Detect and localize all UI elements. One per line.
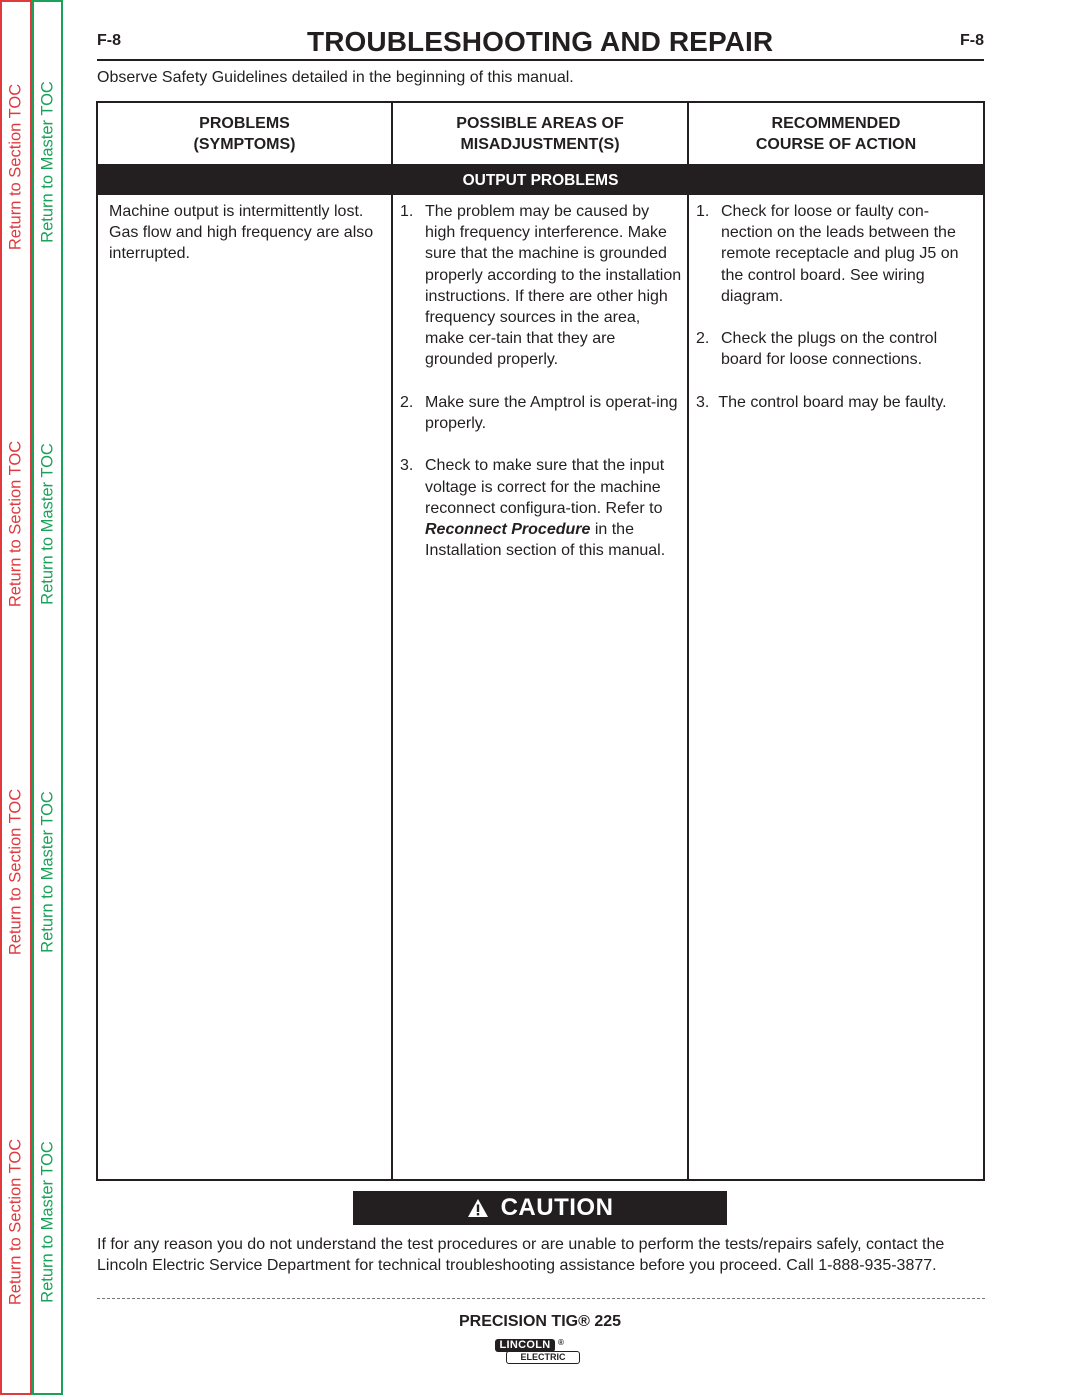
item-number: 3. <box>400 457 414 475</box>
misadjustments-cell: 1. The problem may be caused by high fre… <box>400 201 682 583</box>
return-to-master-toc-link[interactable]: Return to Master TOC <box>38 81 57 243</box>
symptom-text: Machine output is intermittently lost. G… <box>109 203 374 263</box>
page-number-right: F-8 <box>960 32 984 49</box>
item-text: Check for loose or faulty con-nection on… <box>721 203 959 305</box>
item-number: 2. <box>696 330 710 348</box>
logo-electric: ELECTRIC <box>506 1351 580 1364</box>
return-to-section-toc-link[interactable]: Return to Section TOC <box>7 441 26 607</box>
caution-text: If for any reason you do not understand … <box>97 1236 945 1275</box>
item-text: The control board may be faulty. <box>718 393 947 411</box>
column-header-line: MISADJUSTMENT(S) <box>460 136 620 153</box>
product-name-text: PRECISION TIG® 225 <box>458 1313 622 1330</box>
return-to-master-toc-link[interactable]: Return to Master TOC <box>38 791 57 953</box>
list-item: 1. Check for loose or faulty con-nection… <box>696 201 980 307</box>
item-number: 1. <box>696 203 710 220</box>
actions-cell: 1. Check for loose or faulty con-nection… <box>696 201 980 434</box>
return-to-section-toc-link[interactable]: Return to Section TOC <box>7 789 26 955</box>
column-header-line: RECOMMENDED <box>771 115 901 132</box>
troubleshooting-table: PROBLEMS (SYMPTOMS) POSSIBLE AREAS OF MI… <box>96 101 985 1181</box>
list-item: 2. Check the plugs on the control board … <box>696 328 980 370</box>
item-text: Check the plugs on the control board for… <box>721 330 938 369</box>
item-number: 2. <box>400 393 414 411</box>
caution-banner: CAUTION <box>353 1191 727 1225</box>
column-divider <box>687 103 689 1179</box>
return-to-master-toc-link[interactable]: Return to Master TOC <box>38 1141 57 1303</box>
section-toc-bar: Return to Section TOC Return to Section … <box>0 0 32 1395</box>
column-header-line: PROBLEMS <box>199 115 290 132</box>
return-to-section-toc-link[interactable]: Return to Section TOC <box>7 84 26 250</box>
column-divider <box>391 103 393 1179</box>
list-item: 2. Make sure the Amptrol is operat-ing p… <box>400 392 682 434</box>
safety-note: Observe Safety Guidelines detailed in th… <box>97 69 574 86</box>
page-title: TROUBLESHOOTING AND REPAIR <box>307 26 774 57</box>
logo-registered-mark: ® <box>558 1338 564 1347</box>
list-item: 3. The control board may be faulty. <box>696 392 980 413</box>
reconnect-procedure-reference: Reconnect Procedure <box>425 521 591 539</box>
header-rule <box>97 59 984 61</box>
lincoln-electric-logo: LINCOLN ® ELECTRIC <box>495 1338 585 1366</box>
warning-triangle-icon <box>467 1199 488 1217</box>
item-text: The problem may be caused by high freque… <box>425 203 682 369</box>
section-band-output-problems: OUTPUT PROBLEMS <box>98 164 983 195</box>
page-number-left: F-8 <box>97 32 121 49</box>
return-to-master-toc-link[interactable]: Return to Master TOC <box>38 443 57 605</box>
item-number: 1. <box>400 203 414 220</box>
caution-label: CAUTION <box>500 1194 614 1221</box>
list-item: 1. The problem may be caused by high fre… <box>400 201 682 371</box>
column-header-line: (SYMPTOMS) <box>193 136 296 153</box>
column-header-line: COURSE OF ACTION <box>755 136 917 153</box>
return-to-section-toc-link[interactable]: Return to Section TOC <box>7 1139 26 1305</box>
list-item: 3. Check to make sure that the input vol… <box>400 455 682 561</box>
item-number: 3. <box>696 393 710 411</box>
item-text: Make sure the Amptrol is operat-ing prop… <box>425 393 678 433</box>
footer-divider <box>97 1298 985 1299</box>
product-name: PRECISION TIG® 225 <box>0 1313 1080 1331</box>
item-text: Check to make sure that the input voltag… <box>425 457 665 517</box>
column-header-misadjustments: POSSIBLE AREAS OF MISADJUSTMENT(S) <box>393 113 687 155</box>
column-header-course-of-action: RECOMMENDED COURSE OF ACTION <box>689 113 983 155</box>
master-toc-bar: Return to Master TOC Return to Master TO… <box>32 0 63 1395</box>
column-header-problems: PROBLEMS (SYMPTOMS) <box>98 113 391 155</box>
symptom-cell: Machine output is intermittently lost. G… <box>109 201 384 265</box>
column-header-line: POSSIBLE AREAS OF <box>456 115 624 132</box>
